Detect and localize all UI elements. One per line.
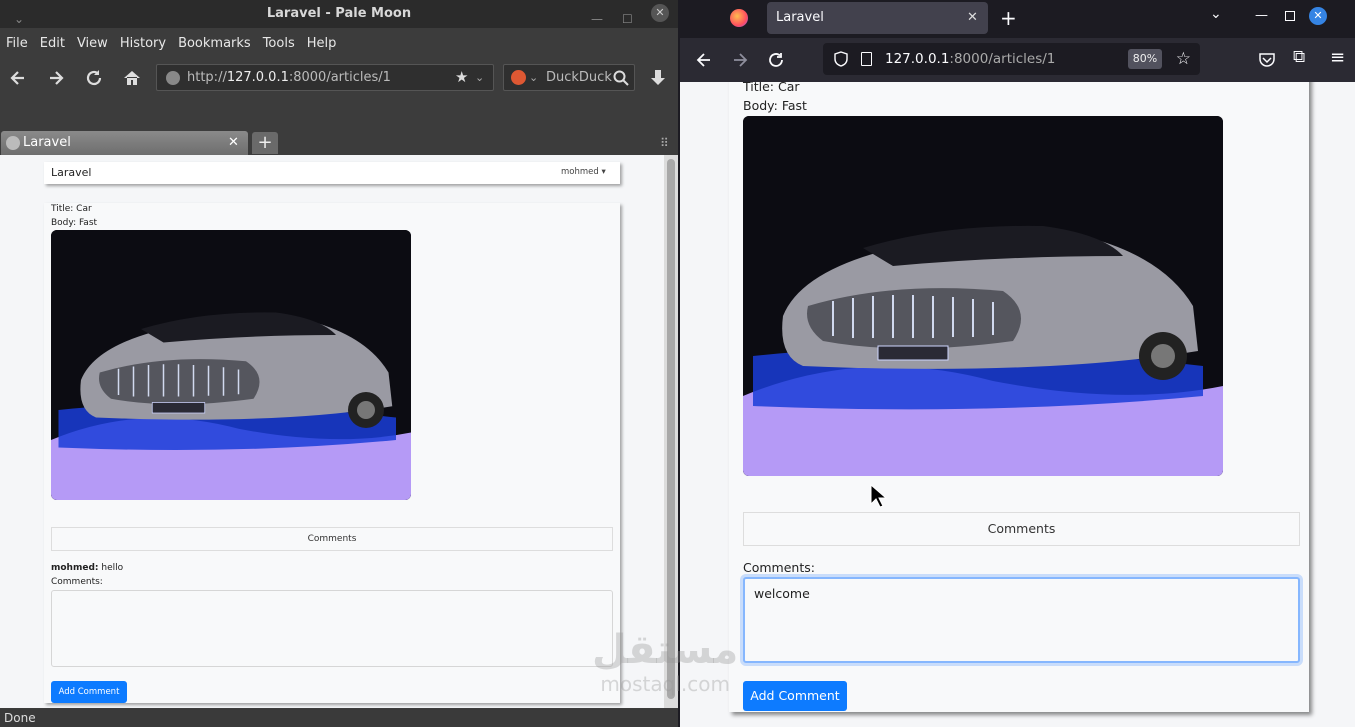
close-tab-icon[interactable]: ✕ <box>967 2 978 34</box>
navigation-toolbar: 127.0.0.1:8000/articles/1 80% ☆ ⧉ ≡ <box>680 38 1355 82</box>
search-bar[interactable]: ⌄ DuckDuckGo <box>503 64 635 91</box>
maximize-icon[interactable] <box>1285 11 1295 21</box>
close-tab-icon[interactable]: ✕ <box>228 131 239 155</box>
menu-tools[interactable]: Tools <box>257 33 301 55</box>
list-tabs-chevron-icon[interactable]: ⌄ <box>1210 6 1222 22</box>
close-window-icon[interactable]: ✕ <box>651 4 669 22</box>
url-rest: :8000/articles/1 <box>949 51 1056 67</box>
tab-title: Laravel <box>776 10 824 25</box>
status-bar: Done <box>0 709 678 727</box>
extensions-puzzle-icon[interactable]: ⧉ <box>1293 47 1305 67</box>
tab-laravel[interactable]: Laravel ✕ <box>767 2 988 34</box>
mouse-cursor-icon <box>870 484 888 508</box>
menu-help[interactable]: Help <box>301 33 343 55</box>
comments-header: Comments <box>743 512 1300 546</box>
palemoon-titlebar: ⌄ Laravel - Pale Moon — ☐ ✕ <box>0 0 678 28</box>
comment-text: hello <box>101 563 124 573</box>
page-viewport: Laravel mohmed ▾ Title: Car Body: Fast C… <box>0 155 664 708</box>
reload-icon[interactable] <box>84 68 104 88</box>
comments-label: Comments: <box>743 560 815 575</box>
user-name: mohmed <box>561 167 599 177</box>
menu-file[interactable]: File <box>0 33 34 55</box>
brand-link[interactable]: Laravel <box>51 166 91 179</box>
bookmark-star-icon[interactable]: ★ <box>455 65 468 90</box>
tracking-shield-icon[interactable] <box>833 51 849 67</box>
search-engine-chevron-icon[interactable]: ⌄ <box>529 65 538 90</box>
comment-item: mohmed: hello <box>51 563 123 573</box>
vertical-scrollbar[interactable] <box>664 155 678 708</box>
new-tab-icon[interactable]: + <box>1000 6 1017 30</box>
page-info-icon[interactable] <box>861 52 872 66</box>
duckduckgo-icon[interactable] <box>511 70 526 85</box>
window-title: Laravel - Pale Moon <box>266 6 412 21</box>
scrollbar-thumb[interactable] <box>667 159 675 699</box>
globe-icon <box>6 136 20 150</box>
watermark-arabic: مستقل <box>592 627 739 673</box>
article-image <box>743 116 1223 476</box>
globe-icon <box>166 71 180 85</box>
back-arrow-icon[interactable] <box>8 68 28 88</box>
article-image <box>51 230 411 500</box>
article-title: Title: Car <box>51 204 92 214</box>
pocket-icon[interactable] <box>1258 51 1276 69</box>
address-bar[interactable]: http://127.0.0.1:8000/articles/1 ★ ⌄ <box>156 64 494 91</box>
menu-view[interactable]: View <box>71 33 114 55</box>
add-comment-button[interactable]: Add Comment <box>743 681 847 711</box>
tab-grid-icon[interactable]: ⠿ <box>660 136 669 150</box>
article-title: Title: Car <box>743 82 800 94</box>
search-icon[interactable] <box>612 69 630 87</box>
zoom-level-badge[interactable]: 80% <box>1128 49 1162 69</box>
article-body: Body: Fast <box>51 218 98 228</box>
add-comment-button[interactable]: Add Comment <box>51 681 127 703</box>
tab-laravel[interactable]: Laravel ✕ <box>1 131 248 155</box>
bookmark-star-icon[interactable]: ☆ <box>1176 43 1191 75</box>
menu-edit[interactable]: Edit <box>34 33 71 55</box>
tab-strip: Laravel ✕ + ⠿ <box>0 130 678 155</box>
watermark: مستقل mostaql.com <box>592 630 738 694</box>
new-tab-button[interactable]: + <box>252 132 278 154</box>
minimize-icon[interactable]: — <box>591 5 603 33</box>
reload-icon[interactable] <box>766 50 786 70</box>
menu-bookmarks[interactable]: Bookmarks <box>172 33 257 55</box>
comment-textarea[interactable] <box>51 590 613 667</box>
textarea-value: welcome <box>754 586 810 601</box>
palemoon-window: ⌄ Laravel - Pale Moon — ☐ ✕ File Edit Vi… <box>0 0 678 727</box>
article-card: Title: Car Body: Fast Comments <box>729 82 1309 712</box>
url-host: 127.0.0.1 <box>226 70 289 85</box>
caret-down-icon: ▾ <box>601 167 606 177</box>
back-arrow-icon[interactable] <box>694 50 714 70</box>
url-host: 127.0.0.1 <box>885 51 950 67</box>
forward-arrow-icon[interactable] <box>730 50 750 70</box>
tab-title: Laravel <box>23 135 71 150</box>
forward-arrow-icon[interactable] <box>46 68 66 88</box>
comment-textarea[interactable]: welcome <box>743 577 1300 663</box>
minimize-icon[interactable]: — <box>1255 8 1268 23</box>
home-icon[interactable] <box>122 68 142 88</box>
site-navbar: Laravel mohmed ▾ <box>44 162 620 184</box>
url-rest: :8000/articles/1 <box>288 70 391 85</box>
url-prefix: http:// <box>187 70 227 85</box>
watermark-latin: mostaql.com <box>600 672 730 696</box>
page-viewport: Title: Car Body: Fast Comments Comments:… <box>680 82 1355 727</box>
window-menu-chevron-icon[interactable]: ⌄ <box>14 5 24 33</box>
hamburger-menu-icon[interactable]: ≡ <box>1330 47 1345 68</box>
menu-history[interactable]: History <box>114 33 172 55</box>
article-card: Title: Car Body: Fast Comments <box>44 203 620 703</box>
tab-strip: Laravel ✕ + ⌄ — ✕ <box>680 0 1355 38</box>
url-dropdown-chevron-icon[interactable]: ⌄ <box>475 65 484 90</box>
firefox-window: Laravel ✕ + ⌄ — ✕ 127.0.0.1:8000/article… <box>680 0 1355 727</box>
comment-author: mohmed: <box>51 563 99 573</box>
maximize-icon[interactable]: ☐ <box>622 5 633 33</box>
download-arrow-icon[interactable] <box>648 68 668 88</box>
comments-header: Comments <box>51 527 613 551</box>
close-window-icon[interactable]: ✕ <box>1309 7 1327 25</box>
menubar: File Edit View History Bookmarks Tools H… <box>0 33 342 55</box>
address-bar[interactable]: 127.0.0.1:8000/articles/1 80% ☆ <box>823 43 1200 75</box>
user-dropdown[interactable]: mohmed ▾ <box>561 167 606 177</box>
firefox-logo-icon[interactable] <box>730 9 748 27</box>
article-body: Body: Fast <box>743 98 807 113</box>
comments-label: Comments: <box>51 577 103 587</box>
